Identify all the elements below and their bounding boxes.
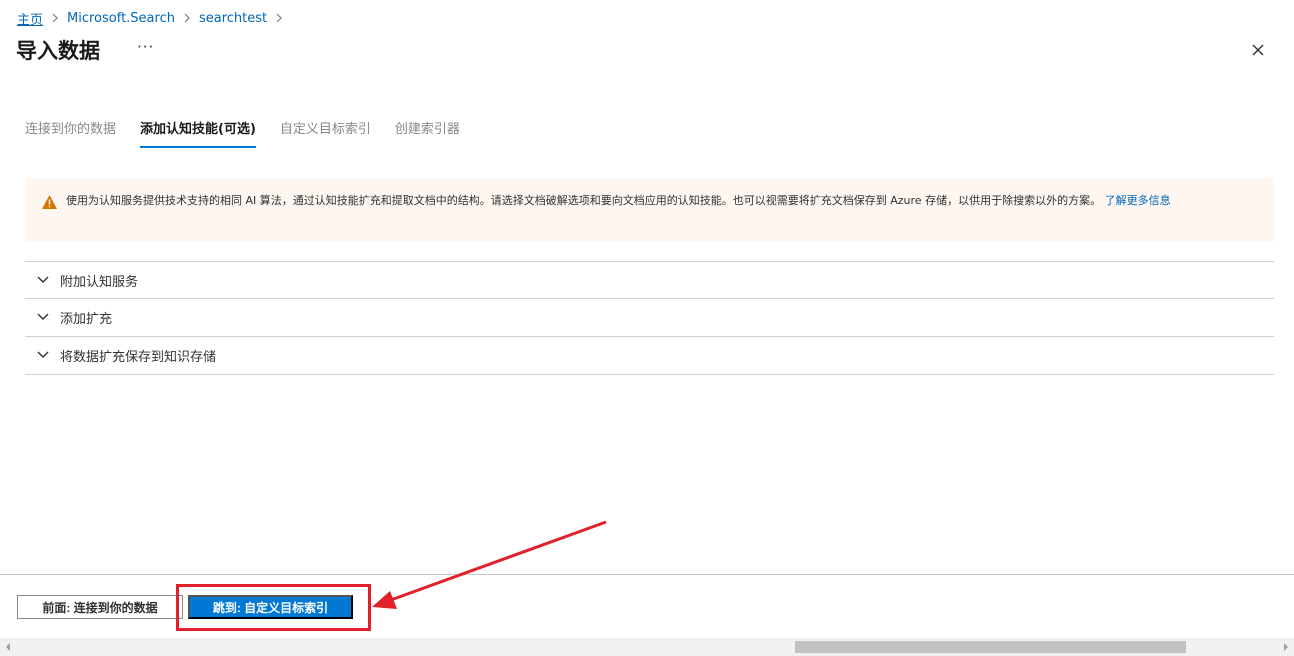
scroll-right-icon[interactable] [1282,642,1290,652]
close-icon[interactable] [1248,40,1268,60]
tab-customize-index[interactable]: 自定义目标索引 [280,120,371,148]
annotation-arrow-icon [372,520,607,609]
section-label: 添加扩充 [60,311,113,327]
breadcrumb-home-link[interactable]: 主页 [17,9,43,28]
info-banner-message: 使用为认知服务提供技术支持的相同 AI 算法，通过认知技能扩充和提取文档中的结构… [66,194,1102,207]
previous-button[interactable]: 前面: 连接到你的数据 [17,595,183,619]
page-title: 导入数据 [16,39,100,63]
tab-connect-data[interactable]: 连接到你的数据 [25,120,116,148]
chevron-down-icon [37,276,49,283]
section-add-enrichments[interactable]: 添加扩充 [25,298,1274,335]
more-options-button[interactable]: ··· [137,38,154,56]
breadcrumb-service-link[interactable]: Microsoft.Search [67,11,175,26]
footer-divider [0,574,1294,575]
chevron-right-icon [51,13,59,23]
warning-triangle-icon [42,195,57,209]
scroll-left-icon[interactable] [4,642,12,652]
section-knowledge-store[interactable]: 将数据扩充保存到知识存储 [25,336,1274,373]
info-banner-text: 使用为认知服务提供技术支持的相同 AI 算法，通过认知技能扩充和提取文档中的结构… [66,194,1256,241]
breadcrumb: 主页 Microsoft.Search searchtest [17,9,291,28]
chevron-right-icon [275,13,283,23]
info-banner: 使用为认知服务提供技术支持的相同 AI 算法，通过认知技能扩充和提取文档中的结构… [25,178,1274,241]
learn-more-link[interactable]: 了解更多信息 [1105,194,1171,207]
scrollbar-thumb[interactable] [795,641,1186,653]
section-attach-cognitive-services[interactable]: 附加认知服务 [25,261,1274,298]
horizontal-scrollbar[interactable] [0,638,1294,656]
annotation-highlight-box [176,584,371,631]
section-label: 将数据扩充保存到知识存储 [60,349,217,365]
wizard-tabs: 连接到你的数据 添加认知技能(可选) 自定义目标索引 创建索引器 [25,120,484,148]
tab-add-cognitive-skills[interactable]: 添加认知技能(可选) [140,120,256,148]
section-divider [25,374,1274,375]
tab-create-indexer[interactable]: 创建索引器 [395,120,460,148]
chevron-down-icon [37,351,49,358]
chevron-right-icon [183,13,191,23]
breadcrumb-resource-link[interactable]: searchtest [199,11,267,26]
section-label: 附加认知服务 [60,274,139,290]
chevron-down-icon [37,313,49,320]
